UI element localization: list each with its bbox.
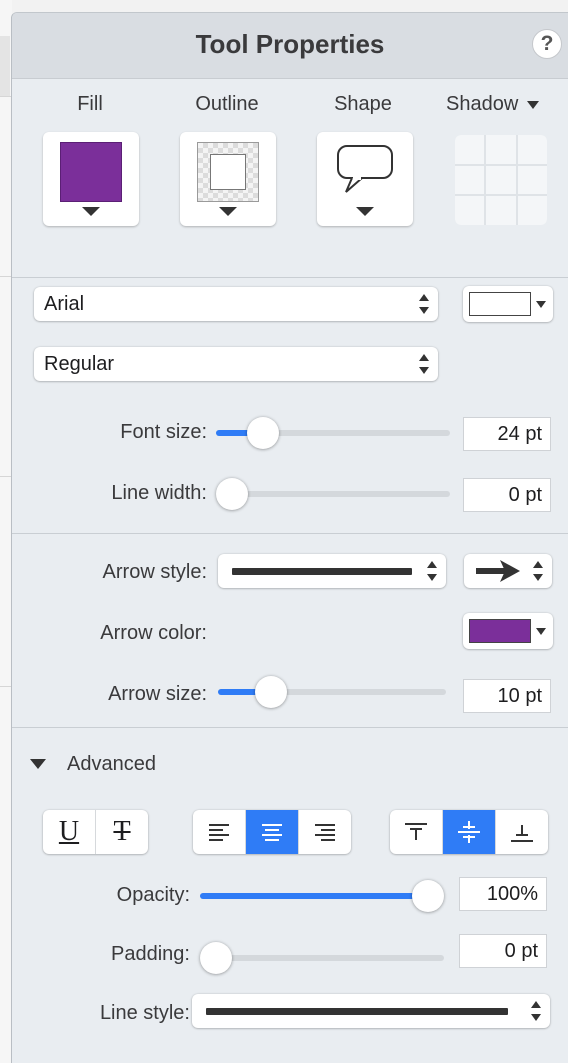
window-title: Tool Properties — [195, 29, 385, 59]
disclosure-triangle-icon[interactable] — [30, 759, 46, 769]
align-middle-icon — [458, 821, 480, 843]
align-bottom-icon — [511, 821, 533, 843]
padding-slider-knob[interactable] — [200, 942, 232, 974]
line-style-label: Line style: — [99, 1002, 190, 1024]
align-right-button[interactable] — [299, 810, 351, 854]
title-bar[interactable]: Tool Properties ? — [12, 13, 568, 79]
align-bottom-button[interactable] — [496, 810, 548, 854]
outline-swatch-button[interactable] — [180, 132, 276, 226]
text-decoration-segmented: U T — [43, 810, 148, 854]
updown-arrows-icon — [419, 354, 429, 374]
fill-label: Fill — [77, 93, 103, 115]
arrow-right-icon — [476, 560, 520, 582]
section-divider — [12, 533, 568, 534]
padding-field[interactable]: 0 pt — [459, 934, 547, 968]
text-color-chip — [469, 292, 531, 316]
shadow-label: Shadow — [446, 93, 519, 115]
solid-line-icon — [232, 568, 412, 575]
font-style-value: Regular — [44, 353, 115, 375]
shadow-grid-icon[interactable] — [455, 135, 547, 225]
chevron-down-icon — [536, 628, 546, 635]
speech-bubble-icon — [337, 145, 393, 193]
padding-label: Padding: — [111, 943, 190, 965]
underline-icon: U — [58, 816, 80, 847]
arrow-color-well[interactable] — [463, 613, 553, 649]
strikethrough-icon: T — [113, 816, 131, 847]
opacity-slider[interactable] — [200, 893, 444, 899]
chevron-down-icon — [526, 100, 539, 109]
font-size-slider-knob[interactable] — [247, 417, 279, 449]
font-style-select[interactable]: Regular — [34, 347, 438, 381]
fill-swatch-button[interactable] — [43, 132, 139, 226]
updown-arrows-icon — [427, 561, 437, 581]
chevron-down-icon — [82, 207, 100, 216]
align-top-icon — [405, 821, 427, 843]
tool-properties-panel: Tool Properties ? Fill Outline Shape Sha… — [11, 12, 568, 1063]
align-left-icon — [209, 824, 229, 841]
align-middle-button[interactable] — [443, 810, 496, 854]
chevron-down-icon — [356, 207, 374, 216]
shape-swatch-button[interactable] — [317, 132, 413, 226]
align-top-button[interactable] — [390, 810, 443, 854]
arrow-size-slider-knob[interactable] — [255, 676, 287, 708]
chevron-down-icon — [536, 301, 546, 308]
align-center-icon — [262, 824, 282, 841]
shape-label: Shape — [334, 93, 392, 115]
solid-line-icon — [206, 1008, 508, 1015]
arrow-color-chip — [469, 619, 531, 643]
help-button[interactable]: ? — [532, 29, 562, 59]
line-width-slider-knob[interactable] — [216, 478, 248, 510]
arrow-size-label: Arrow size: — [108, 683, 207, 705]
fill-color-chip — [60, 142, 122, 202]
section-divider — [12, 277, 568, 278]
vertical-alignment-segmented — [390, 810, 548, 854]
updown-arrows-icon — [533, 561, 543, 581]
line-width-slider[interactable] — [216, 491, 450, 497]
slider-fill — [200, 893, 428, 899]
opacity-slider-knob[interactable] — [412, 880, 444, 912]
align-left-button[interactable] — [193, 810, 246, 854]
font-family-value: Arial — [44, 293, 85, 315]
line-style-select[interactable] — [192, 994, 550, 1028]
text-color-well[interactable] — [463, 286, 553, 322]
text-alignment-segmented — [193, 810, 351, 854]
strikethrough-button[interactable]: T — [96, 810, 148, 854]
line-width-field[interactable]: 0 pt — [463, 478, 551, 512]
arrow-head-select[interactable] — [464, 554, 552, 588]
outline-preview-icon — [197, 142, 259, 202]
opacity-label: Opacity: — [116, 884, 190, 906]
align-center-button[interactable] — [246, 810, 299, 854]
arrow-style-label: Arrow style: — [102, 561, 207, 583]
outline-label: Outline — [195, 93, 259, 115]
underline-button[interactable]: U — [43, 810, 96, 854]
padding-slider[interactable] — [200, 955, 444, 961]
font-size-label: Font size: — [120, 421, 207, 443]
font-size-field[interactable]: 24 pt — [463, 417, 551, 451]
updown-arrows-icon — [419, 294, 429, 314]
line-width-label: Line width: — [111, 482, 207, 504]
arrow-color-label: Arrow color: — [100, 622, 207, 644]
arrow-size-slider[interactable] — [218, 689, 446, 695]
arrow-size-field[interactable]: 10 pt — [463, 679, 551, 713]
chevron-down-icon — [219, 207, 237, 216]
font-family-select[interactable]: Arial — [34, 287, 438, 321]
updown-arrows-icon — [531, 1001, 541, 1021]
arrow-line-style-select[interactable] — [218, 554, 446, 588]
advanced-label[interactable]: Advanced — [67, 753, 156, 776]
shadow-dropdown[interactable]: Shadow — [446, 93, 566, 116]
section-divider — [12, 727, 568, 728]
opacity-field[interactable]: 100% — [459, 877, 547, 911]
align-right-icon — [315, 824, 335, 841]
background-shade — [0, 36, 10, 96]
